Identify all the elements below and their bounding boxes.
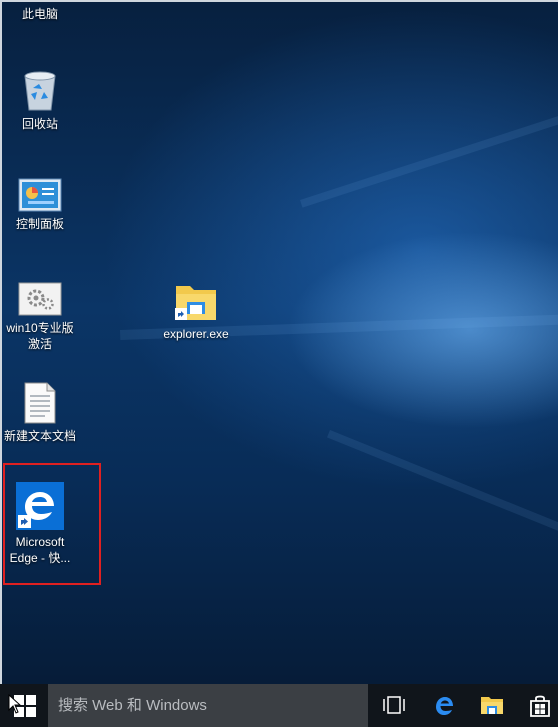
taskbar: 搜索 Web 和 Windows [0, 684, 558, 727]
control-panel-icon [18, 178, 62, 212]
store-icon [530, 695, 550, 717]
desktop-icon-this-pc[interactable]: 此电脑 [0, 0, 80, 22]
folder-icon [175, 286, 216, 320]
icon-label: 回收站 [21, 117, 58, 131]
edge-taskbar-button[interactable] [420, 684, 468, 727]
task-view-icon [383, 696, 405, 714]
icon-label: 控制面板 [15, 217, 64, 231]
desktop-icon-recycle-bin[interactable]: 回收站 [0, 68, 80, 132]
icon-label-line2: Edge - 快... [9, 551, 71, 565]
wallpaper-light-beam [327, 430, 558, 535]
mouse-cursor-icon [8, 694, 22, 714]
window-frame-top [0, 0, 558, 2]
icon-label-line1: win10专业版 [6, 321, 74, 335]
icon-label: explorer.exe [163, 327, 229, 341]
edge-icon [436, 697, 453, 715]
desktop-icon-control-panel[interactable]: 控制面板 [0, 178, 80, 232]
icon-label: 新建文本文档 [3, 429, 76, 443]
edge-icon [16, 482, 64, 530]
file-explorer-taskbar-button[interactable] [468, 684, 516, 727]
task-view-button[interactable] [370, 684, 418, 727]
desktop: 此电脑 回收站 控制面板 win10专业版 激活 新建文本文档 Microsof… [0, 0, 558, 684]
file-explorer-icon [481, 697, 503, 714]
icon-label: 此电脑 [21, 7, 58, 21]
desktop-icon-explorer-exe[interactable]: explorer.exe [156, 282, 236, 342]
search-input[interactable]: 搜索 Web 和 Windows [48, 684, 368, 727]
icon-label-line1: Microsoft [15, 535, 65, 549]
icon-label-line2: 激活 [27, 337, 52, 351]
desktop-icon-microsoft-edge[interactable]: Microsoft Edge - 快... [0, 482, 80, 566]
text-document-icon [24, 382, 56, 424]
gears-icon [18, 282, 62, 316]
desktop-icon-text-document[interactable]: 新建文本文档 [0, 382, 80, 444]
store-taskbar-button[interactable] [516, 684, 558, 727]
wallpaper-light-beam [300, 107, 558, 208]
recycle-bin-icon [24, 71, 56, 111]
desktop-icon-win10-activation[interactable]: win10专业版 激活 [0, 282, 80, 352]
